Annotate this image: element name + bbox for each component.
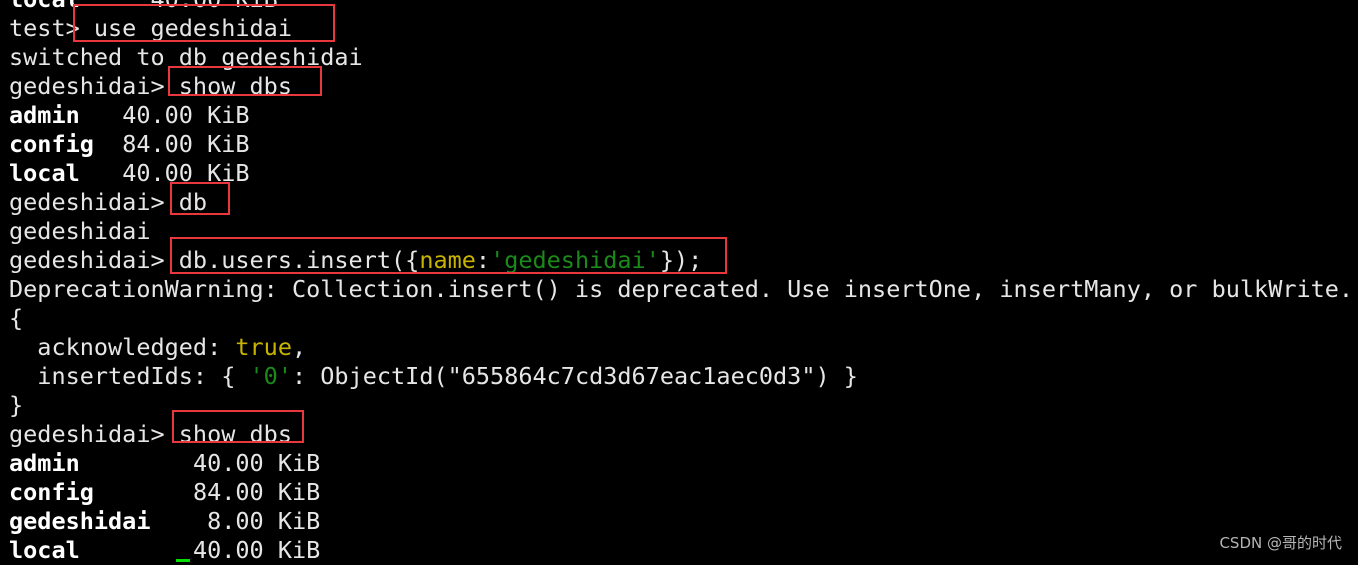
pad	[80, 101, 122, 129]
db-size: 84.00 KiB	[192, 478, 321, 506]
db-name: local	[9, 0, 80, 13]
pad	[94, 130, 122, 158]
highlight-box-show-dbs-2	[172, 410, 304, 443]
highlight-box-insert	[170, 237, 727, 274]
output-line: {	[9, 304, 24, 332]
db-row: config 84.00 KiB	[9, 478, 1353, 507]
object-id: : ObjectId("655864c7cd3d67eac1aec0d3") }	[291, 362, 858, 390]
pad	[80, 449, 193, 477]
db-size: 8.00 KiB	[207, 507, 321, 535]
key: insertedIds: {	[9, 362, 250, 390]
warning-line: DeprecationWarning: Collection.insert() …	[9, 275, 1354, 303]
output-line: acknowledged: true,	[9, 333, 1353, 362]
db-row: admin 40.00 KiB	[9, 449, 1353, 478]
db-name: config	[9, 478, 94, 506]
bool-value: true	[235, 333, 292, 361]
prompt: gedeshidai>	[9, 246, 179, 274]
punct: ,	[291, 333, 307, 361]
db-row: gedeshidai 8.00 KiB	[9, 507, 1353, 536]
db-name: admin	[9, 101, 80, 129]
pad	[150, 507, 207, 535]
prompt: gedeshidai>	[9, 420, 179, 448]
db-row: local 40.00 KiB	[9, 536, 1353, 565]
key: acknowledged:	[9, 333, 236, 361]
pad	[94, 478, 193, 506]
prompt: gedeshidai>	[9, 188, 179, 216]
prompt: gedeshidai>	[9, 72, 179, 100]
output-line: insertedIds: { '0': ObjectId("655864c7cd…	[9, 362, 1353, 391]
db-size: 84.00 KiB	[122, 130, 250, 158]
db-name: admin	[9, 449, 80, 477]
highlight-box-use	[73, 4, 335, 42]
db-row: admin 40.00 KiB	[9, 101, 1353, 130]
db-size: 40.00 KiB	[122, 101, 250, 129]
highlight-box-db	[170, 182, 230, 215]
db-name: local	[9, 536, 80, 564]
db-size: 40.00 KiB	[192, 449, 321, 477]
db-row: config 84.00 KiB	[9, 130, 1353, 159]
db-name: gedeshidai	[9, 507, 151, 535]
pad	[80, 159, 122, 187]
db-name: local	[9, 159, 80, 187]
watermark: CSDN @哥的时代	[1219, 534, 1342, 552]
db-name: config	[9, 130, 94, 158]
db-size: 40.00 KiB	[192, 536, 321, 564]
string-value: '0'	[249, 362, 292, 390]
highlight-box-show-dbs-1	[168, 66, 322, 96]
